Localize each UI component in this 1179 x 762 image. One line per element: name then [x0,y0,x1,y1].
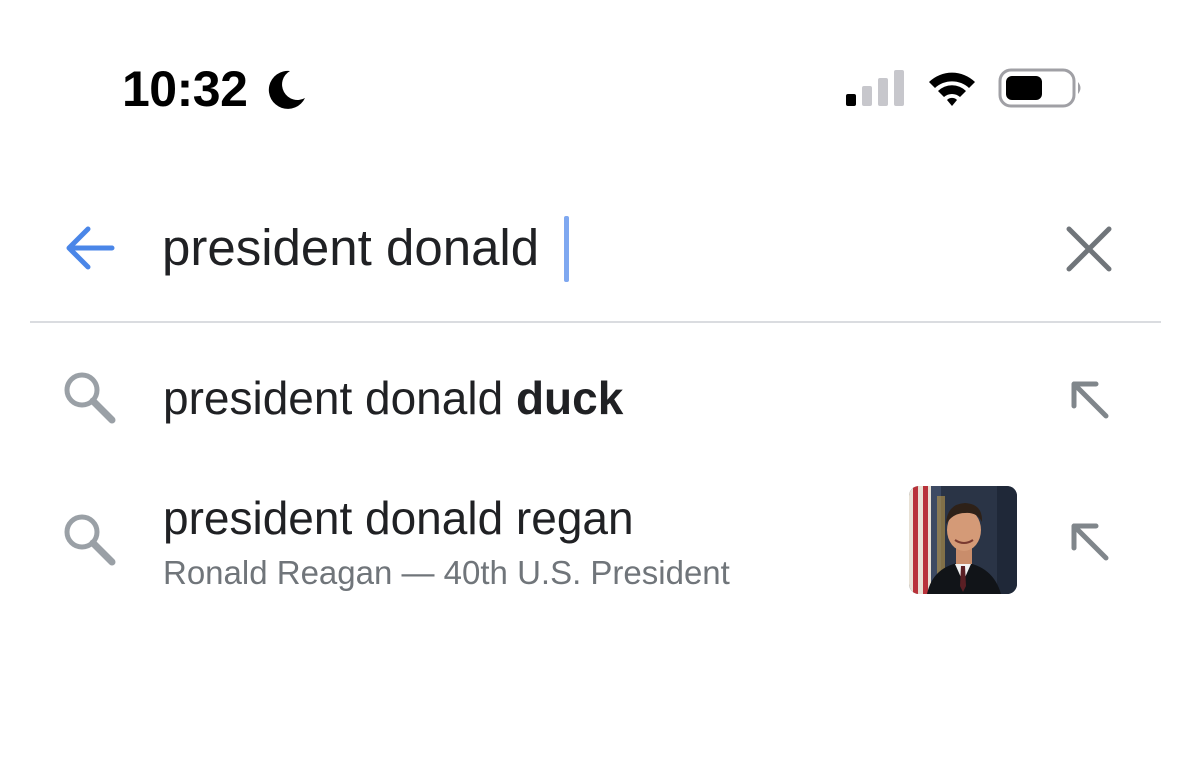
suggestion-prefix: president donald [163,372,516,424]
back-arrow-icon[interactable] [62,220,118,276]
cellular-signal-icon [846,70,904,106]
suggestion-text: president donald regan [163,492,634,544]
fill-query-arrow-icon[interactable] [1064,516,1116,568]
text-caret [564,216,569,282]
suggestion-item[interactable]: president donald regan Ronald Reagan — 4… [0,476,1179,606]
search-input[interactable] [162,216,1022,280]
suggestion-item[interactable]: president donald duck [0,352,1179,452]
screen: 10:32 president donald president donald … [0,0,1179,762]
search-divider [30,321,1161,323]
search-icon [64,514,116,566]
status-time: 10:32 [122,61,248,117]
search-icon [64,372,116,424]
suggestion-text: president donald duck [163,370,623,426]
suggestion-subtext: Ronald Reagan — 40th U.S. President [163,554,730,591]
wifi-icon [929,72,975,106]
close-icon[interactable] [1064,224,1114,274]
battery-icon [998,68,1081,108]
moon-icon [268,70,305,109]
suggestion-completion: duck [515,372,624,424]
status-bar: 10:32 [0,0,1179,150]
portrait-thumbnail [909,486,1017,594]
fill-query-arrow-icon[interactable] [1064,374,1116,426]
search-bar [30,188,1160,322]
